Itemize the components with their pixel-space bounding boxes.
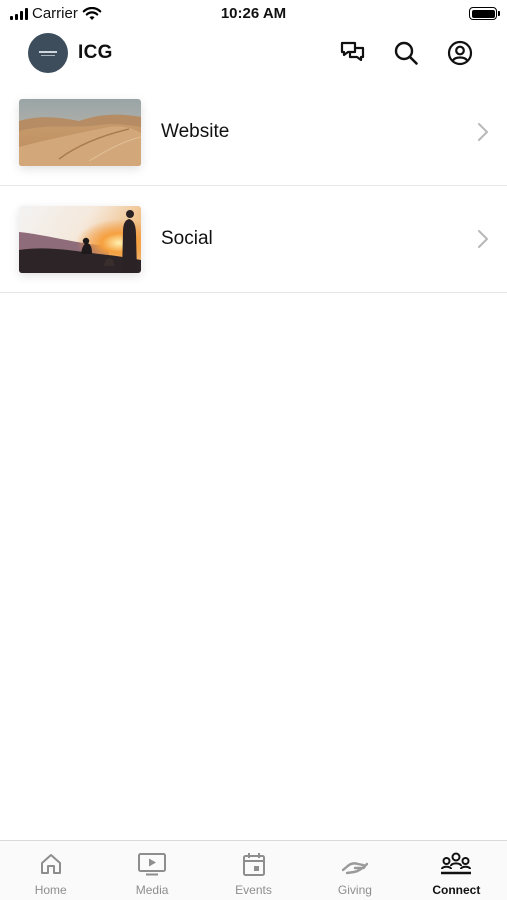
chevron-right-icon [478,230,488,248]
app-title: ICG [78,42,113,63]
calendar-icon [241,851,267,877]
list-item-social[interactable]: Social [0,186,507,293]
list-item-label: Website [161,121,230,142]
tab-label: Home [34,883,67,897]
giving-hand-icon [340,851,370,877]
tab-bar: Home Media Events Giving Connect [0,840,507,900]
search-icon[interactable] [391,38,421,68]
home-icon [39,851,63,877]
church-logo[interactable] [28,33,68,73]
tab-label: Media [135,883,169,897]
people-group-icon [440,851,472,877]
sunset-people-image [19,206,141,273]
chevron-right-icon [478,123,488,141]
profile-icon[interactable] [445,38,475,68]
connect-list: Website Social [0,79,507,293]
tab-home[interactable]: Home [0,841,101,900]
battery-icon [469,7,500,20]
list-item-website[interactable]: Website [0,79,507,186]
app-header: ICG [0,30,507,76]
desert-dunes-image [19,99,141,166]
tab-media[interactable]: Media [101,841,202,900]
tab-label: Events [235,883,272,897]
tab-events[interactable]: Events [203,841,304,900]
status-bar: Carrier 10:26 AM [0,0,507,28]
tab-label: Connect [432,883,481,897]
list-item-label: Social [161,228,213,249]
tab-connect[interactable]: Connect [406,841,507,900]
chat-icon[interactable] [338,38,368,68]
tab-label: Giving [337,883,372,897]
tab-giving[interactable]: Giving [304,841,405,900]
status-time: 10:26 AM [220,5,287,22]
play-screen-icon [137,851,167,877]
